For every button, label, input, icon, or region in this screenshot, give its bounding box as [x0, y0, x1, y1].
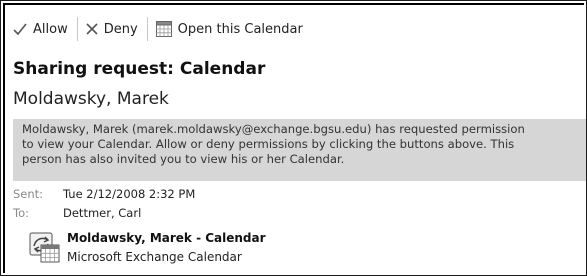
info-line: Moldawsky, Marek (marek.moldawsky@exchan… [22, 122, 525, 136]
sharing-request-window: Allow Deny Open this Calendar Sharing re… [0, 0, 587, 276]
deny-label: Deny [103, 21, 138, 37]
to-row: To: Dettmer, Carl [13, 206, 141, 220]
allow-button[interactable]: Allow [5, 16, 77, 42]
allow-label: Allow [33, 21, 68, 37]
open-calendar-button[interactable]: Open this Calendar [148, 16, 312, 42]
attachment-name[interactable]: Moldawsky, Marek - Calendar [67, 231, 266, 245]
message-title: Sharing request: Calendar [13, 59, 266, 79]
info-bar: Moldawsky, Marek (marek.moldawsky@exchan… [13, 119, 586, 181]
sent-value: Tue 2/12/2008 2:32 PM [63, 187, 196, 201]
calendar-grid-icon [155, 21, 172, 37]
checkmark-icon [13, 23, 27, 35]
deny-button[interactable]: Deny [78, 16, 147, 42]
to-label: To: [13, 206, 29, 220]
toolbar: Allow Deny Open this Calendar [5, 5, 586, 53]
shared-calendar-icon[interactable] [29, 232, 61, 268]
attachment-type: Microsoft Exchange Calendar [67, 250, 242, 264]
sender-name: Moldawsky, Marek [13, 89, 169, 109]
open-calendar-label: Open this Calendar [177, 21, 303, 37]
info-line: to view your Calendar. Allow or deny per… [22, 137, 515, 151]
sent-label: Sent: [13, 187, 44, 201]
info-line: person has also invited you to view his … [22, 152, 345, 166]
sent-row: Sent: Tue 2/12/2008 2:32 PM [13, 187, 195, 201]
to-recipient[interactable]: Dettmer, Carl [63, 206, 141, 220]
x-icon [86, 23, 98, 35]
